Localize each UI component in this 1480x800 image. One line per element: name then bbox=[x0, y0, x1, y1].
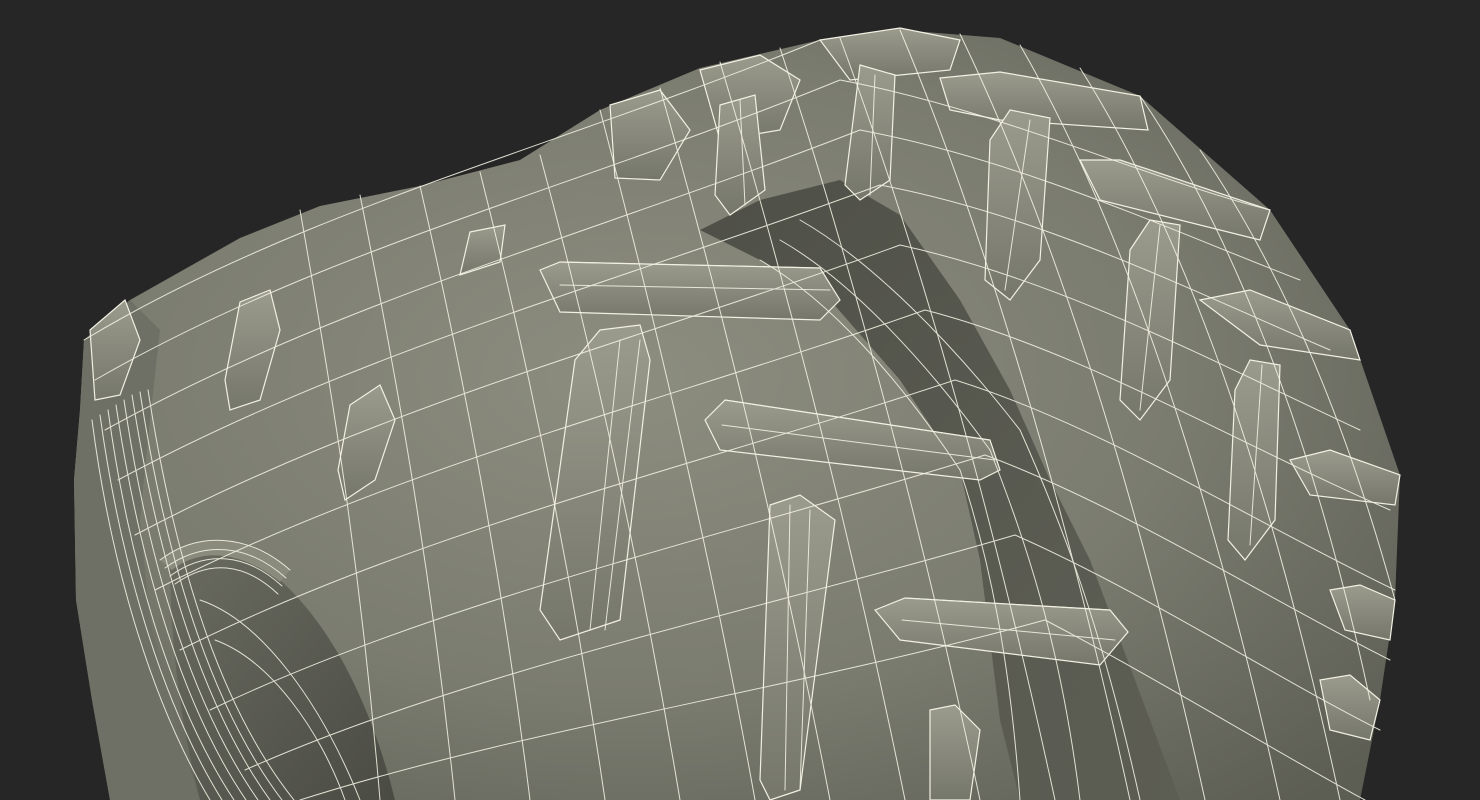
tire-render bbox=[0, 0, 1480, 800]
render-viewport bbox=[0, 0, 1480, 800]
